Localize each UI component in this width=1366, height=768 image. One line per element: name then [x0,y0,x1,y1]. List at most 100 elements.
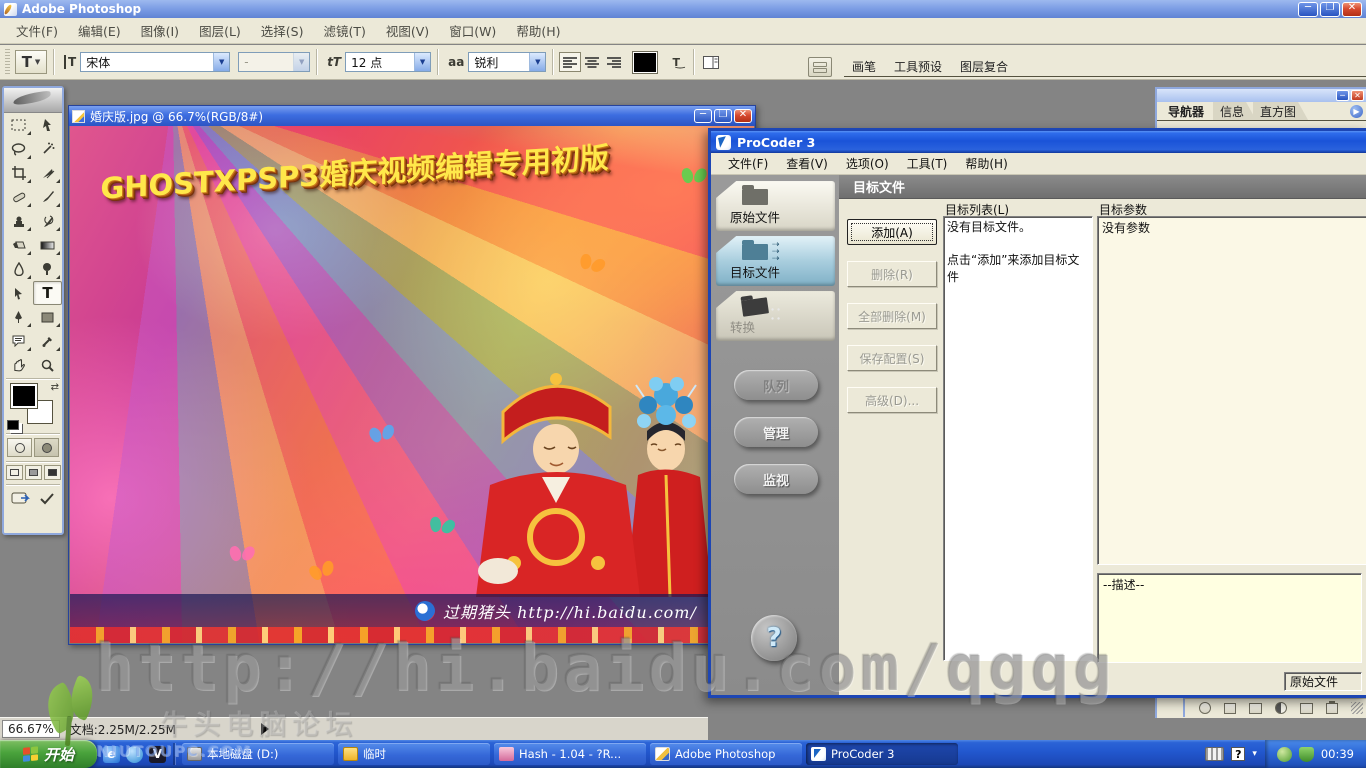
warp-text-icon[interactable]: T͜ [665,53,687,71]
history-brush-tool[interactable] [33,209,62,233]
fullscreen-menubar-button[interactable] [25,465,42,480]
close-button[interactable]: ✕ [1342,2,1362,17]
task-hash[interactable]: Hash - 1.04 - ?R... [494,743,646,765]
tray-icon-1[interactable] [1277,747,1292,762]
shape-tool[interactable] [33,305,62,329]
slice-tool[interactable] [33,161,62,185]
adjustment-layer-icon[interactable] [1275,702,1287,714]
delete-button[interactable]: 删除(R) [847,261,937,287]
palette-menu-arrow-icon[interactable]: ▶ [1350,105,1363,118]
path-selection-tool[interactable] [4,281,33,305]
menu-layer[interactable]: 图层(L) [189,21,251,40]
target-param-box[interactable]: 没有参数 [1097,216,1366,565]
anti-alias-select[interactable]: 锐利▼ [468,52,546,72]
tab-brushes[interactable]: 画笔 [844,56,890,76]
doc-minimize-button[interactable]: ─ [694,109,712,123]
pen-tool[interactable] [4,305,33,329]
status-arrow-icon[interactable] [261,723,269,735]
description-box[interactable]: --描述-- [1097,573,1362,663]
options-drag-handle[interactable] [5,49,10,75]
tab-histogram[interactable]: 直方图 [1253,102,1308,120]
tab-layer-comps[interactable]: 图层复合 [952,56,1022,76]
add-button[interactable]: 添加(A) [847,219,937,245]
restore-button[interactable]: ❐ [1320,2,1340,17]
layer-group-icon[interactable] [1249,703,1262,714]
manage-button[interactable]: 管理 [734,417,818,447]
marquee-tool[interactable] [4,113,33,137]
doc-close-button[interactable]: ✕ [734,109,752,123]
canvas-image[interactable]: GHOSTXPSP3婚庆视频编辑专用初版 [70,126,754,643]
layer-mask-icon[interactable] [1224,703,1237,714]
monitor-button[interactable]: 监视 [734,464,818,494]
standard-mode-button[interactable] [7,438,32,457]
quick-mask-mode-button[interactable] [34,438,59,457]
menu-file[interactable]: 文件(F) [6,21,68,40]
align-center-button[interactable] [581,52,603,72]
toggle-palettes-icon[interactable] [700,53,722,71]
start-button[interactable]: 开始 [0,740,97,768]
task-local-disk[interactable]: 本地磁盘 (D:) [182,743,334,765]
zoom-tool[interactable] [33,353,62,377]
sidebar-tab-source[interactable]: 原始文件 [716,181,835,231]
photoshop-titlebar[interactable]: Adobe Photoshop ─ ❐ ✕ [0,0,1366,18]
pc-menu-options[interactable]: 选项(O) [837,155,898,172]
menu-image[interactable]: 图像(I) [131,21,189,40]
pc-menu-view[interactable]: 查看(V) [777,155,837,172]
jump-to-imageready-icon[interactable] [11,490,33,510]
eyedropper-tool[interactable] [33,329,62,353]
toolbox-header-feather[interactable] [4,88,62,113]
target-list-box[interactable]: 没有目标文件。 点击“添加”来添加目标文件 [943,216,1093,661]
tab-tool-presets[interactable]: 工具预设 [886,56,956,76]
save-config-button[interactable]: 保存配置(S) [847,345,937,371]
blur-tool[interactable] [4,257,33,281]
pc-menu-tools[interactable]: 工具(T) [898,155,957,172]
task-temp-folder[interactable]: 临时 [338,743,490,765]
text-color-swatch[interactable] [633,52,657,73]
menu-help[interactable]: 帮助(H) [506,21,570,40]
swap-colors-icon[interactable]: ⇄ [51,382,59,393]
minimize-button[interactable]: ─ [1298,2,1318,17]
tray-icon-2[interactable] [1299,747,1314,762]
zoom-level-field[interactable]: 66.67% [2,720,60,738]
fullscreen-button[interactable] [44,465,61,480]
palette-close-button[interactable]: ✕ [1351,90,1364,101]
text-orientation-icon[interactable]: T [64,55,76,69]
advanced-button[interactable]: 高级(D)... [847,387,937,413]
language-options-icon[interactable]: ▾ [1252,749,1257,759]
gradient-tool[interactable] [33,233,62,257]
align-right-button[interactable] [603,52,625,72]
brush-tool[interactable] [33,185,62,209]
notes-tool[interactable] [4,329,33,353]
menu-select[interactable]: 选择(S) [251,21,314,40]
resize-grip-icon[interactable] [1351,702,1363,714]
standard-screen-button[interactable] [6,465,23,480]
font-style-select[interactable]: -▼ [238,52,310,72]
default-colors-icon[interactable] [7,420,19,430]
palette-titlebar[interactable]: ─ ✕ [1157,89,1366,102]
pc-menu-help[interactable]: 帮助(H) [956,155,1016,172]
delete-all-button[interactable]: 全部删除(M) [847,303,937,329]
task-procoder[interactable]: ProCoder 3 [806,743,958,765]
quicklaunch-media-icon[interactable]: V [149,746,166,763]
help-button[interactable]: ? [751,615,797,661]
document-titlebar[interactable]: 婚庆版.jpg @ 66.7%(RGB/8#) ─ ❐ ✕ [69,106,755,126]
quicklaunch-messenger-icon[interactable] [126,746,143,763]
dodge-tool[interactable] [33,257,62,281]
new-layer-icon[interactable] [1300,703,1313,714]
lasso-tool[interactable] [4,137,33,161]
queue-button[interactable]: 队列 [734,370,818,400]
sidebar-tab-target[interactable]: ⇢⇢⇢ 目标文件 [716,236,835,286]
doc-restore-button[interactable]: ❐ [714,109,732,123]
move-tool[interactable] [33,113,62,137]
hand-tool[interactable] [4,353,33,377]
type-tool[interactable]: T [33,281,62,305]
palette-minimize-button[interactable]: ─ [1336,90,1349,101]
pc-menu-file[interactable]: 文件(F) [719,155,777,172]
menu-filter[interactable]: 滤镜(T) [313,21,375,40]
tab-info[interactable]: 信息 [1213,102,1256,120]
delete-layer-icon[interactable] [1326,703,1339,714]
magic-wand-tool[interactable] [33,137,62,161]
crop-tool[interactable] [4,161,33,185]
task-photoshop[interactable]: Adobe Photoshop [650,743,802,765]
layer-style-icon[interactable] [1199,702,1211,714]
